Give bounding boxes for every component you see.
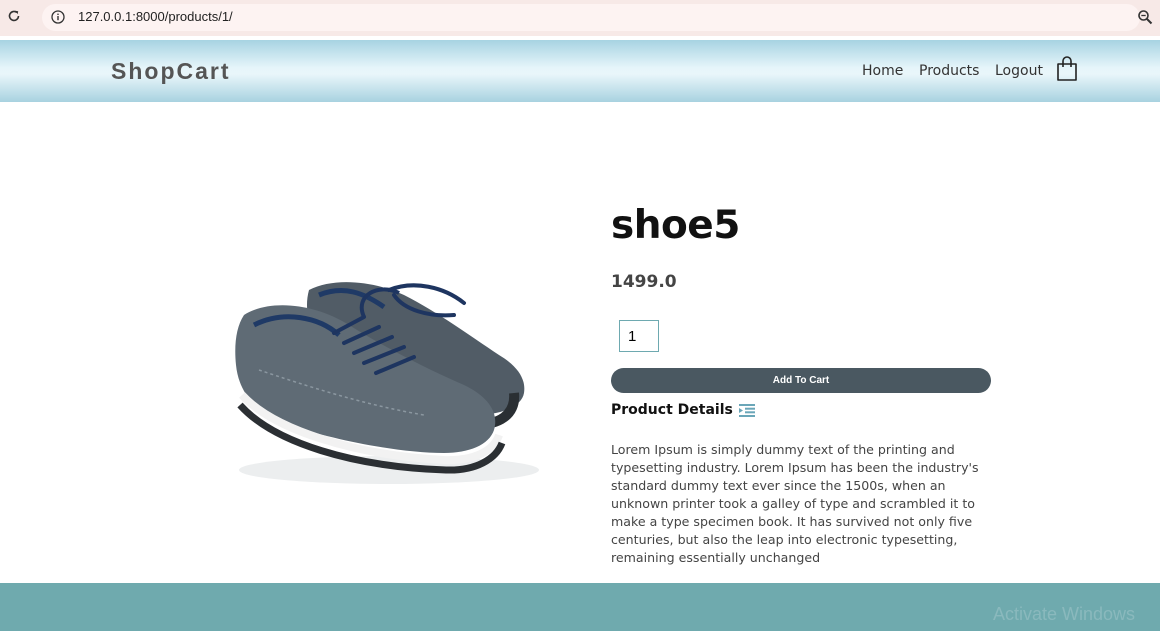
list-indent-icon: [739, 404, 755, 417]
url-text[interactable]: 127.0.0.1:8000/products/1/: [78, 9, 233, 24]
product-title: shoe5: [611, 203, 740, 248]
product-image: [235, 282, 539, 484]
brand-logo[interactable]: ShopCart: [111, 58, 231, 85]
footer: [0, 583, 1160, 631]
product-description: Lorem Ipsum is simply dummy text of the …: [611, 442, 979, 565]
quantity-input[interactable]: [619, 320, 659, 352]
product-details-heading: Product Details: [611, 402, 733, 418]
info-icon[interactable]: [51, 10, 65, 24]
windows-activation-watermark: Activate Windows: [993, 604, 1136, 624]
reload-icon[interactable]: [7, 9, 21, 23]
nav-link-products[interactable]: Products: [919, 63, 979, 79]
nav-link-logout[interactable]: Logout: [995, 63, 1043, 79]
nav-link-home[interactable]: Home: [862, 63, 903, 79]
zoom-icon[interactable]: [1137, 9, 1153, 25]
shopping-bag-icon[interactable]: [1056, 56, 1078, 82]
product-price: 1499.0: [611, 272, 677, 292]
add-to-cart-button[interactable]: Add To Cart: [611, 368, 991, 393]
